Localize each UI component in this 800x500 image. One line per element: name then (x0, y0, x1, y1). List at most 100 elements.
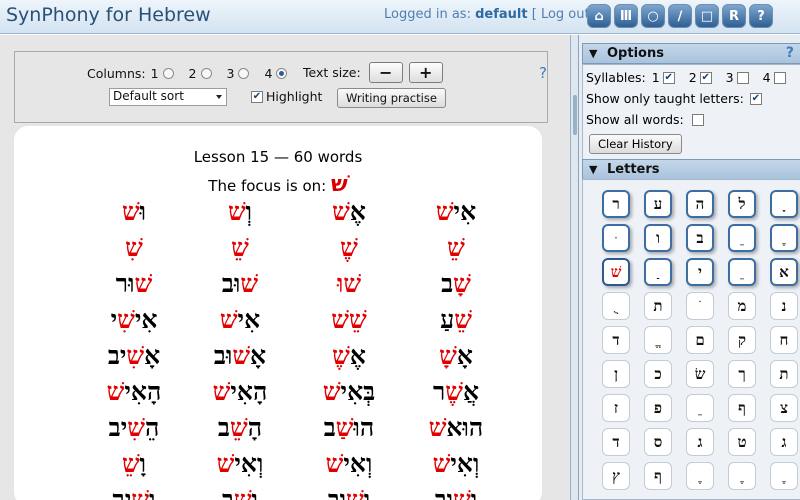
home-icon[interactable]: ⌂ (587, 4, 611, 28)
letter-tile[interactable]: ז (602, 394, 630, 422)
panel-splitter[interactable] (570, 35, 578, 500)
word-item[interactable]: שֵׁ (406, 232, 506, 264)
letter-tile[interactable]: ֶ (770, 224, 798, 252)
columns-radio-2[interactable] (200, 68, 212, 79)
letter-tile[interactable]: ַ (644, 258, 672, 286)
word-item[interactable]: שׁוּר (84, 268, 184, 300)
word-item[interactable]: אִישׁ (406, 196, 506, 228)
pencil-icon[interactable]: ∕ (668, 4, 692, 28)
word-item[interactable]: וְשׁוּב (299, 484, 399, 500)
word-item[interactable]: אָשָׁ (406, 340, 506, 372)
letter-tile[interactable]: י (686, 258, 714, 286)
word-item[interactable]: וְאִישׁ (406, 448, 506, 480)
word-item[interactable]: שָׁב (406, 268, 506, 300)
word-item[interactable]: הָשֵׁב (190, 412, 290, 444)
all-words-checkbox[interactable] (691, 113, 704, 126)
word-item[interactable]: אֲשֶׁר (406, 376, 506, 408)
syllable-checkbox-3[interactable] (736, 71, 749, 84)
letter-tile[interactable]: שׂ (686, 360, 714, 388)
word-item[interactable]: וְאִישׁ (190, 448, 290, 480)
letter-tile[interactable]: ן (602, 360, 630, 388)
help-link[interactable]: ? (539, 64, 547, 82)
word-item[interactable]: וּשׁ (84, 196, 184, 228)
letter-tile[interactable]: ֹ (686, 292, 714, 320)
word-item[interactable]: וְשׁ (190, 196, 290, 228)
letter-tile[interactable]: כ (644, 360, 672, 388)
letter-tile[interactable]: ֵ (686, 394, 714, 422)
help-icon[interactable]: ? (749, 4, 773, 28)
clear-history-button[interactable]: Clear History (589, 134, 682, 154)
square-icon[interactable]: □ (695, 4, 719, 28)
letter-tile[interactable]: ע (644, 190, 672, 218)
letter-tile[interactable]: ֵ (728, 258, 756, 286)
books-icon[interactable]: Ⅲ (614, 4, 638, 28)
letter-tile[interactable]: ָ (770, 190, 798, 218)
letter-tile[interactable]: ת (770, 360, 798, 388)
letter-tile[interactable]: ך (728, 360, 756, 388)
taught-letters-checkbox[interactable]: ✔ (749, 92, 762, 105)
letter-tile[interactable]: ג (770, 428, 798, 456)
word-item[interactable]: וָשֵׁ (84, 448, 184, 480)
word-item[interactable]: אֶשׁ (299, 196, 399, 228)
letter-tile[interactable]: ר (602, 190, 630, 218)
letter-tile[interactable]: ֶ (686, 462, 714, 490)
syllable-checkbox-2[interactable]: ✔ (699, 71, 712, 84)
word-item[interactable]: הָאִישׁ (84, 376, 184, 408)
word-item[interactable]: שֵׁ (190, 232, 290, 264)
word-item[interactable]: אָשׁוּב (190, 340, 290, 372)
word-item[interactable]: הָאִישׁ (190, 376, 290, 408)
columns-radio-1[interactable] (162, 68, 174, 79)
word-item[interactable]: שׁוּב (190, 268, 290, 300)
letter-tile[interactable]: ק (728, 326, 756, 354)
letter-tile[interactable]: ס (644, 428, 672, 456)
circle-icon[interactable]: ○ (641, 4, 665, 28)
letter-tile[interactable]: ה (686, 190, 714, 218)
letter-tile[interactable]: ּ (602, 224, 630, 252)
sort-select[interactable]: Default sort (109, 88, 227, 106)
letter-tile[interactable]: א (770, 258, 798, 286)
letter-tile[interactable]: ץ (602, 462, 630, 490)
letter-tile[interactable]: נ (770, 292, 798, 320)
word-item[interactable]: הוּאשׁ (406, 412, 506, 444)
letter-tile[interactable]: ו (644, 224, 672, 252)
letter-tile[interactable]: ֶ (728, 462, 756, 490)
letter-tile[interactable]: ב (686, 224, 714, 252)
word-item[interactable]: הֵשִׁיב (84, 412, 184, 444)
letter-tile[interactable]: ֵ (728, 224, 756, 252)
letter-tile[interactable]: מ (728, 292, 756, 320)
word-item[interactable]: בְּאִישׁ (299, 376, 399, 408)
letter-tile[interactable]: ף (644, 462, 672, 490)
word-item[interactable]: שֵׁעַ (406, 304, 506, 336)
word-item[interactable]: וְשִׁיר (84, 484, 184, 500)
letter-tile[interactable]: ֻ (602, 292, 630, 320)
text-size-decrease-button[interactable]: − (368, 62, 403, 83)
letter-tile[interactable]: ֱ (644, 326, 672, 354)
letter-tile[interactable]: ד (602, 428, 630, 456)
syllable-checkbox-4[interactable] (773, 71, 786, 84)
letter-tile[interactable]: ת (644, 292, 672, 320)
writing-practise-button[interactable]: Writing practise (337, 88, 446, 108)
letter-tile[interactable]: ד (602, 326, 630, 354)
columns-radio-4[interactable] (276, 68, 288, 79)
word-item[interactable]: אִישׁ (190, 304, 290, 336)
word-item[interactable]: שִׁ (84, 232, 184, 264)
letter-tile[interactable]: ח (770, 326, 798, 354)
word-item[interactable]: אָשִׁיב (84, 340, 184, 372)
splitter-grip[interactable] (573, 95, 577, 135)
letter-tile[interactable]: שׁ (602, 258, 630, 286)
options-help-link[interactable]: ? (786, 44, 794, 63)
word-item[interactable]: אֶשֶׁ (299, 340, 399, 372)
reports-icon[interactable]: R (722, 4, 746, 28)
word-item[interactable]: וְשׁוּב (406, 484, 506, 500)
word-item[interactable]: וְשָׁב (190, 484, 290, 500)
letter-tile[interactable]: ל (728, 190, 756, 218)
letter-tile[interactable]: ם (686, 326, 714, 354)
word-item[interactable]: הוּשַׁב (299, 412, 399, 444)
highlight-toggle[interactable]: ✔ Highlight (251, 89, 322, 104)
text-size-increase-button[interactable]: + (408, 62, 443, 83)
letter-tile[interactable]: ף (728, 394, 756, 422)
letter-tile[interactable]: פ (644, 394, 672, 422)
syllable-checkbox-1[interactable]: ✔ (662, 71, 675, 84)
word-item[interactable]: שׁוּ (299, 268, 399, 300)
letter-tile[interactable]: צ (770, 394, 798, 422)
